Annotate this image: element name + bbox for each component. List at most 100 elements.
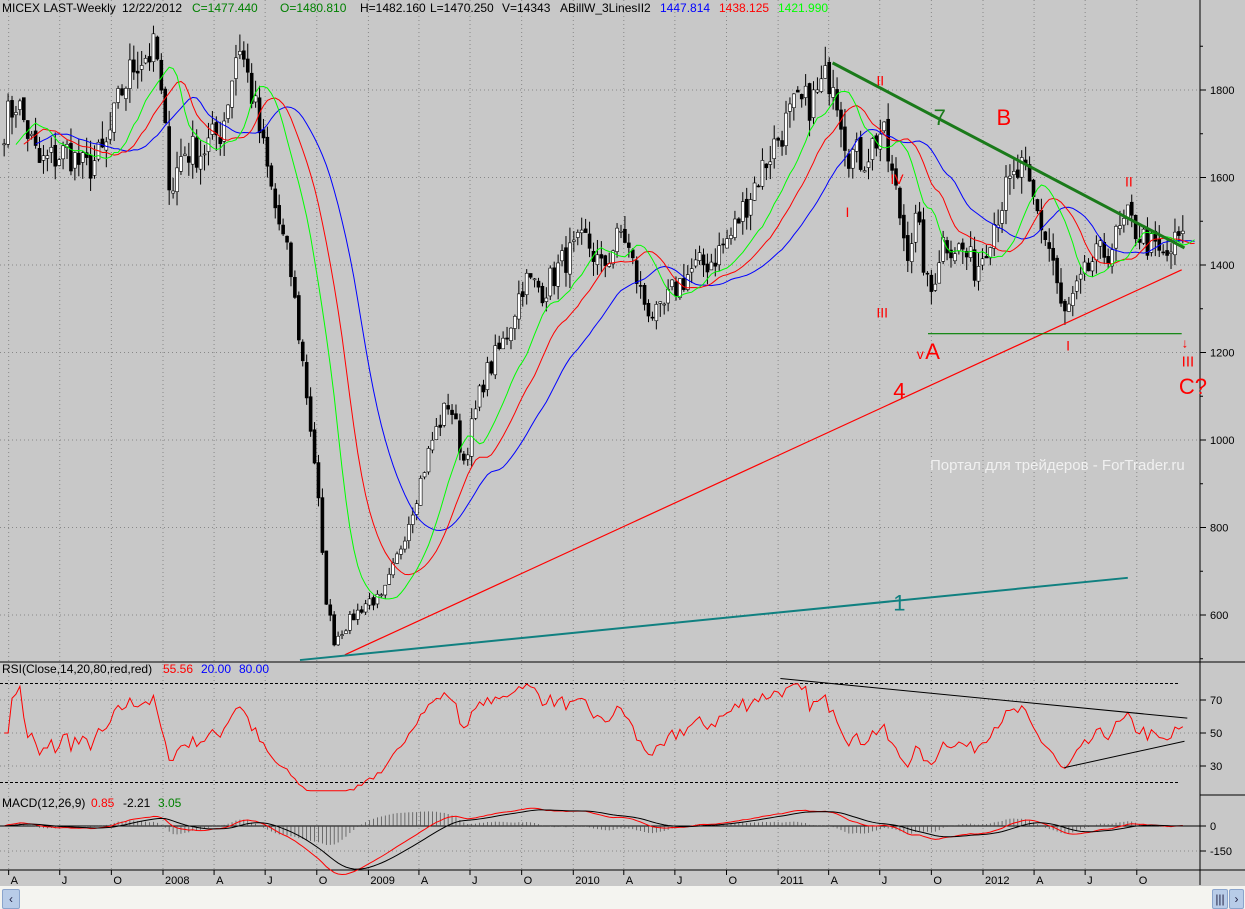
ma-red-line xyxy=(23,80,1195,576)
candle-body xyxy=(465,454,470,460)
candle-body xyxy=(795,89,800,93)
candle-body xyxy=(682,278,686,290)
candle-body xyxy=(316,462,321,499)
candle-body xyxy=(587,233,592,249)
candle-body xyxy=(265,136,270,167)
candle-body xyxy=(147,56,152,63)
scroll-right-button[interactable]: › xyxy=(1229,889,1244,909)
candle-body xyxy=(245,58,250,73)
candle-body xyxy=(709,261,714,271)
x-tick-label: 2008 xyxy=(165,875,189,886)
candle-body xyxy=(300,341,305,362)
candle-body xyxy=(1122,218,1126,226)
candle-body xyxy=(697,252,702,261)
wave-label: III xyxy=(876,305,888,321)
open-value: O=1480.810 xyxy=(280,1,347,15)
y-tick-label: 1400 xyxy=(1210,260,1234,272)
x-tick-label: 2009 xyxy=(370,875,394,886)
candle-body xyxy=(572,239,576,242)
candle-body xyxy=(1004,176,1008,211)
candle-body xyxy=(336,635,340,646)
candle-body xyxy=(890,163,894,171)
macd-legend-name: MACD(12,26,9) xyxy=(2,796,86,810)
candle-body xyxy=(163,88,168,124)
candle-body xyxy=(1161,251,1165,254)
ma-red-value: 1438.125 xyxy=(719,1,770,15)
candle-body xyxy=(414,503,419,515)
x-tick-label: A xyxy=(626,875,634,886)
candle-body xyxy=(968,246,973,258)
candle-body xyxy=(202,153,207,156)
candle-body xyxy=(485,362,490,390)
candle-body xyxy=(261,129,266,139)
x-tick-label: A xyxy=(11,875,19,886)
candle-body xyxy=(772,138,777,159)
scroll-left-button[interactable]: ‹ xyxy=(2,889,20,909)
candle-body xyxy=(803,85,808,98)
candle-body xyxy=(1059,282,1063,304)
candle-body xyxy=(509,327,513,341)
candle-body xyxy=(473,408,478,419)
candle-body xyxy=(595,254,600,265)
candle-body xyxy=(650,316,655,319)
candle-body xyxy=(568,242,572,275)
candle-body xyxy=(155,36,160,60)
candle-body xyxy=(662,303,667,306)
candle-body xyxy=(194,137,199,168)
candle-body xyxy=(340,634,344,636)
candle-body xyxy=(10,100,14,118)
candle-body xyxy=(564,247,568,273)
candle-body xyxy=(14,112,18,116)
candle-body xyxy=(1074,280,1079,292)
candle-body xyxy=(615,227,619,252)
candle-body xyxy=(218,137,223,144)
candle-body xyxy=(1090,261,1095,272)
rsi-trendline xyxy=(1064,740,1185,769)
scroll-thumb[interactable]: ||| xyxy=(1212,889,1228,909)
candle-body xyxy=(1067,303,1071,312)
wave-label: II xyxy=(876,73,884,89)
candle-body xyxy=(222,120,226,142)
candle-body xyxy=(850,149,855,169)
candle-body xyxy=(638,285,643,287)
candle-body xyxy=(1012,170,1016,175)
candle-body xyxy=(1094,243,1099,261)
macd-tick-label: 0 xyxy=(1210,821,1216,833)
candle-body xyxy=(992,224,997,249)
horizontal-scrollbar[interactable]: ‹ ||| › xyxy=(0,886,1245,909)
candle-body xyxy=(799,94,804,100)
candle-body xyxy=(764,163,769,169)
candle-body xyxy=(379,594,384,597)
candle-body xyxy=(371,597,376,606)
candle-body xyxy=(532,278,537,281)
x-tick-label: J xyxy=(677,875,683,886)
candle-body xyxy=(438,424,443,428)
macd-tick-label: -150 xyxy=(1210,846,1232,858)
candle-body xyxy=(701,254,706,266)
candle-body xyxy=(312,429,317,464)
candle-body xyxy=(151,33,156,63)
candle-body xyxy=(634,260,639,284)
candle-body xyxy=(410,514,415,525)
candle-body xyxy=(717,245,722,266)
stock-chart: A J O 2008 A J O 2009 A J O 2010 A J O 2011 A J O 2012 A J O 60… xyxy=(0,0,1245,886)
candle-body xyxy=(210,123,215,135)
candle-body xyxy=(128,59,132,89)
candle-body xyxy=(37,148,42,163)
candle-body xyxy=(733,218,737,238)
candle-body xyxy=(556,262,560,287)
candle-body xyxy=(623,229,627,243)
rsi-legend-low: 20.00 xyxy=(201,662,232,676)
candle-body xyxy=(1086,262,1091,272)
candle-body xyxy=(359,609,364,613)
x-tick-label: 2011 xyxy=(780,875,804,886)
macd-legend-macd: 0.85 xyxy=(91,796,115,810)
candle-body xyxy=(866,161,871,168)
candle-body xyxy=(548,267,553,297)
candle-body xyxy=(1071,293,1075,306)
candle-body xyxy=(446,405,450,410)
candle-body xyxy=(902,214,906,239)
indicator-name: ABillW_3LinesII2 xyxy=(560,1,651,15)
candle-body xyxy=(230,80,234,108)
wave-label: ↓ xyxy=(1182,335,1189,350)
